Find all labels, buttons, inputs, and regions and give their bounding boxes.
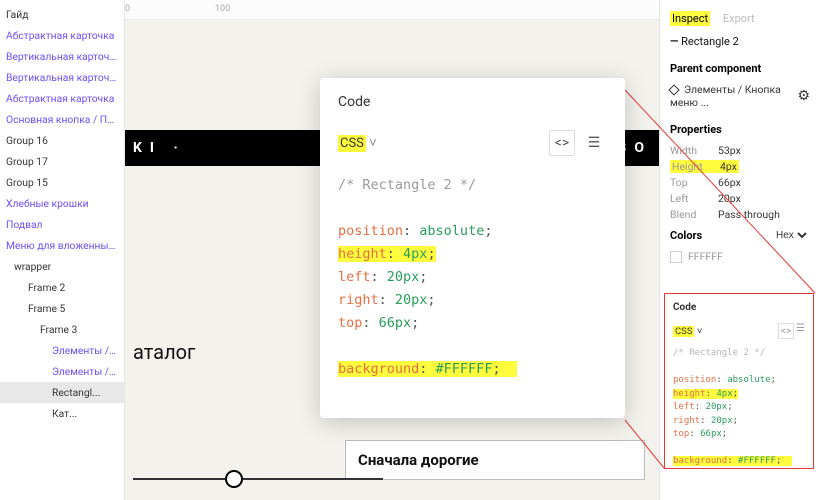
layer-item[interactable]: Меню для вложенных страниц bbox=[0, 235, 124, 256]
property-row: Height4px bbox=[670, 160, 810, 173]
selection-name: Rectangle 2 bbox=[670, 35, 810, 48]
property-row: Top66px bbox=[670, 176, 810, 189]
code-content[interactable]: /* Rectangle 2 */ position: absolute; he… bbox=[338, 174, 607, 380]
tab-export[interactable]: Export bbox=[723, 12, 755, 25]
code-menu-button[interactable]: ☰ bbox=[581, 130, 607, 156]
chevron-down-icon: ˅ bbox=[369, 136, 377, 151]
slider-knob[interactable] bbox=[225, 470, 243, 488]
sort-dropdown[interactable]: Сначала дорогие bbox=[345, 440, 645, 480]
code-view-button[interactable]: <> bbox=[549, 130, 575, 156]
layer-item[interactable]: Frame 5 bbox=[0, 298, 124, 319]
ruler-top: 0 100 bbox=[125, 0, 659, 20]
layer-item[interactable]: wrapper bbox=[0, 256, 124, 277]
layer-item[interactable]: Гайд bbox=[0, 4, 124, 25]
layer-item[interactable]: Group 16 bbox=[0, 130, 124, 151]
gear-icon[interactable]: ⚙ bbox=[797, 88, 810, 104]
section-colors: Colors bbox=[670, 229, 702, 242]
layer-item[interactable]: Group 17 bbox=[0, 151, 124, 172]
code-small-title: Code bbox=[673, 302, 805, 313]
ruler-tick: 100 bbox=[215, 0, 305, 19]
layer-item[interactable]: Элементы / ... bbox=[0, 361, 124, 382]
section-parent-component: Parent component bbox=[670, 62, 810, 75]
layer-item[interactable]: Вертикальная карточка bbox=[0, 67, 124, 88]
code-panel-small: Code CSS ˅ <> ☰ /* Rectangle 2 */ positi… bbox=[664, 293, 814, 469]
ruler-tick: 0 bbox=[125, 0, 215, 19]
layer-item[interactable]: Хлебные крошки bbox=[0, 193, 124, 214]
color-value: FFFFFF bbox=[688, 250, 723, 263]
code-lang-selector[interactable]: CSS ˅ bbox=[338, 135, 377, 151]
code-view-button-small[interactable]: <> bbox=[778, 323, 794, 339]
layer-item[interactable]: Подвал bbox=[0, 214, 124, 235]
code-comment: /* Rectangle 2 */ bbox=[338, 177, 476, 193]
layer-item[interactable]: Group 15 bbox=[0, 172, 124, 193]
layer-item[interactable]: Абстрактная карточка bbox=[0, 88, 124, 109]
component-icon bbox=[668, 85, 679, 96]
inspect-tabs: Inspect Export bbox=[670, 12, 810, 25]
parent-component-link[interactable]: Элементы / Кнопка меню ... ⚙ bbox=[670, 83, 810, 109]
code-popup: Code CSS ˅ <> ☰ /* Rectangle 2 */ positi… bbox=[320, 78, 625, 418]
code-lang-label: CSS bbox=[338, 135, 366, 152]
chevron-down-icon: ˅ bbox=[694, 326, 702, 337]
color-format-select[interactable]: Hex bbox=[772, 229, 810, 242]
section-properties: Properties bbox=[670, 123, 810, 136]
code-menu-button-small[interactable]: ☰ bbox=[796, 323, 805, 339]
layer-item[interactable]: Абстрактная карточка bbox=[0, 25, 124, 46]
layer-item[interactable]: Основная кнопка / Покой bbox=[0, 109, 124, 130]
layers-panel: ГайдАбстрактная карточкаВертикальная кар… bbox=[0, 0, 125, 500]
property-row: BlendPass through bbox=[670, 208, 810, 221]
code-small-lang-selector[interactable]: CSS ˅ bbox=[673, 326, 702, 337]
layer-item[interactable]: Frame 3 bbox=[0, 319, 124, 340]
layer-item[interactable]: Элементы / ... bbox=[0, 340, 124, 361]
catalog-heading: аталог bbox=[133, 340, 195, 364]
slider-track[interactable] bbox=[133, 478, 383, 480]
tab-inspect[interactable]: Inspect bbox=[670, 11, 710, 26]
layer-item[interactable]: Вертикальная карточка bbox=[0, 46, 124, 67]
property-row: Left20px bbox=[670, 192, 810, 205]
code-small-content[interactable]: /* Rectangle 2 */ position: absolute; he… bbox=[673, 347, 805, 469]
code-popup-title: Code bbox=[338, 94, 607, 110]
property-row: Width53px bbox=[670, 144, 810, 157]
layer-item[interactable]: Rectangl... bbox=[0, 382, 124, 403]
layer-item[interactable]: Кат... bbox=[0, 403, 124, 424]
color-row[interactable]: FFFFFF bbox=[670, 250, 810, 263]
color-swatch bbox=[670, 251, 682, 263]
layer-item[interactable]: Frame 2 bbox=[0, 277, 124, 298]
header-text-left: KI · bbox=[133, 140, 186, 156]
